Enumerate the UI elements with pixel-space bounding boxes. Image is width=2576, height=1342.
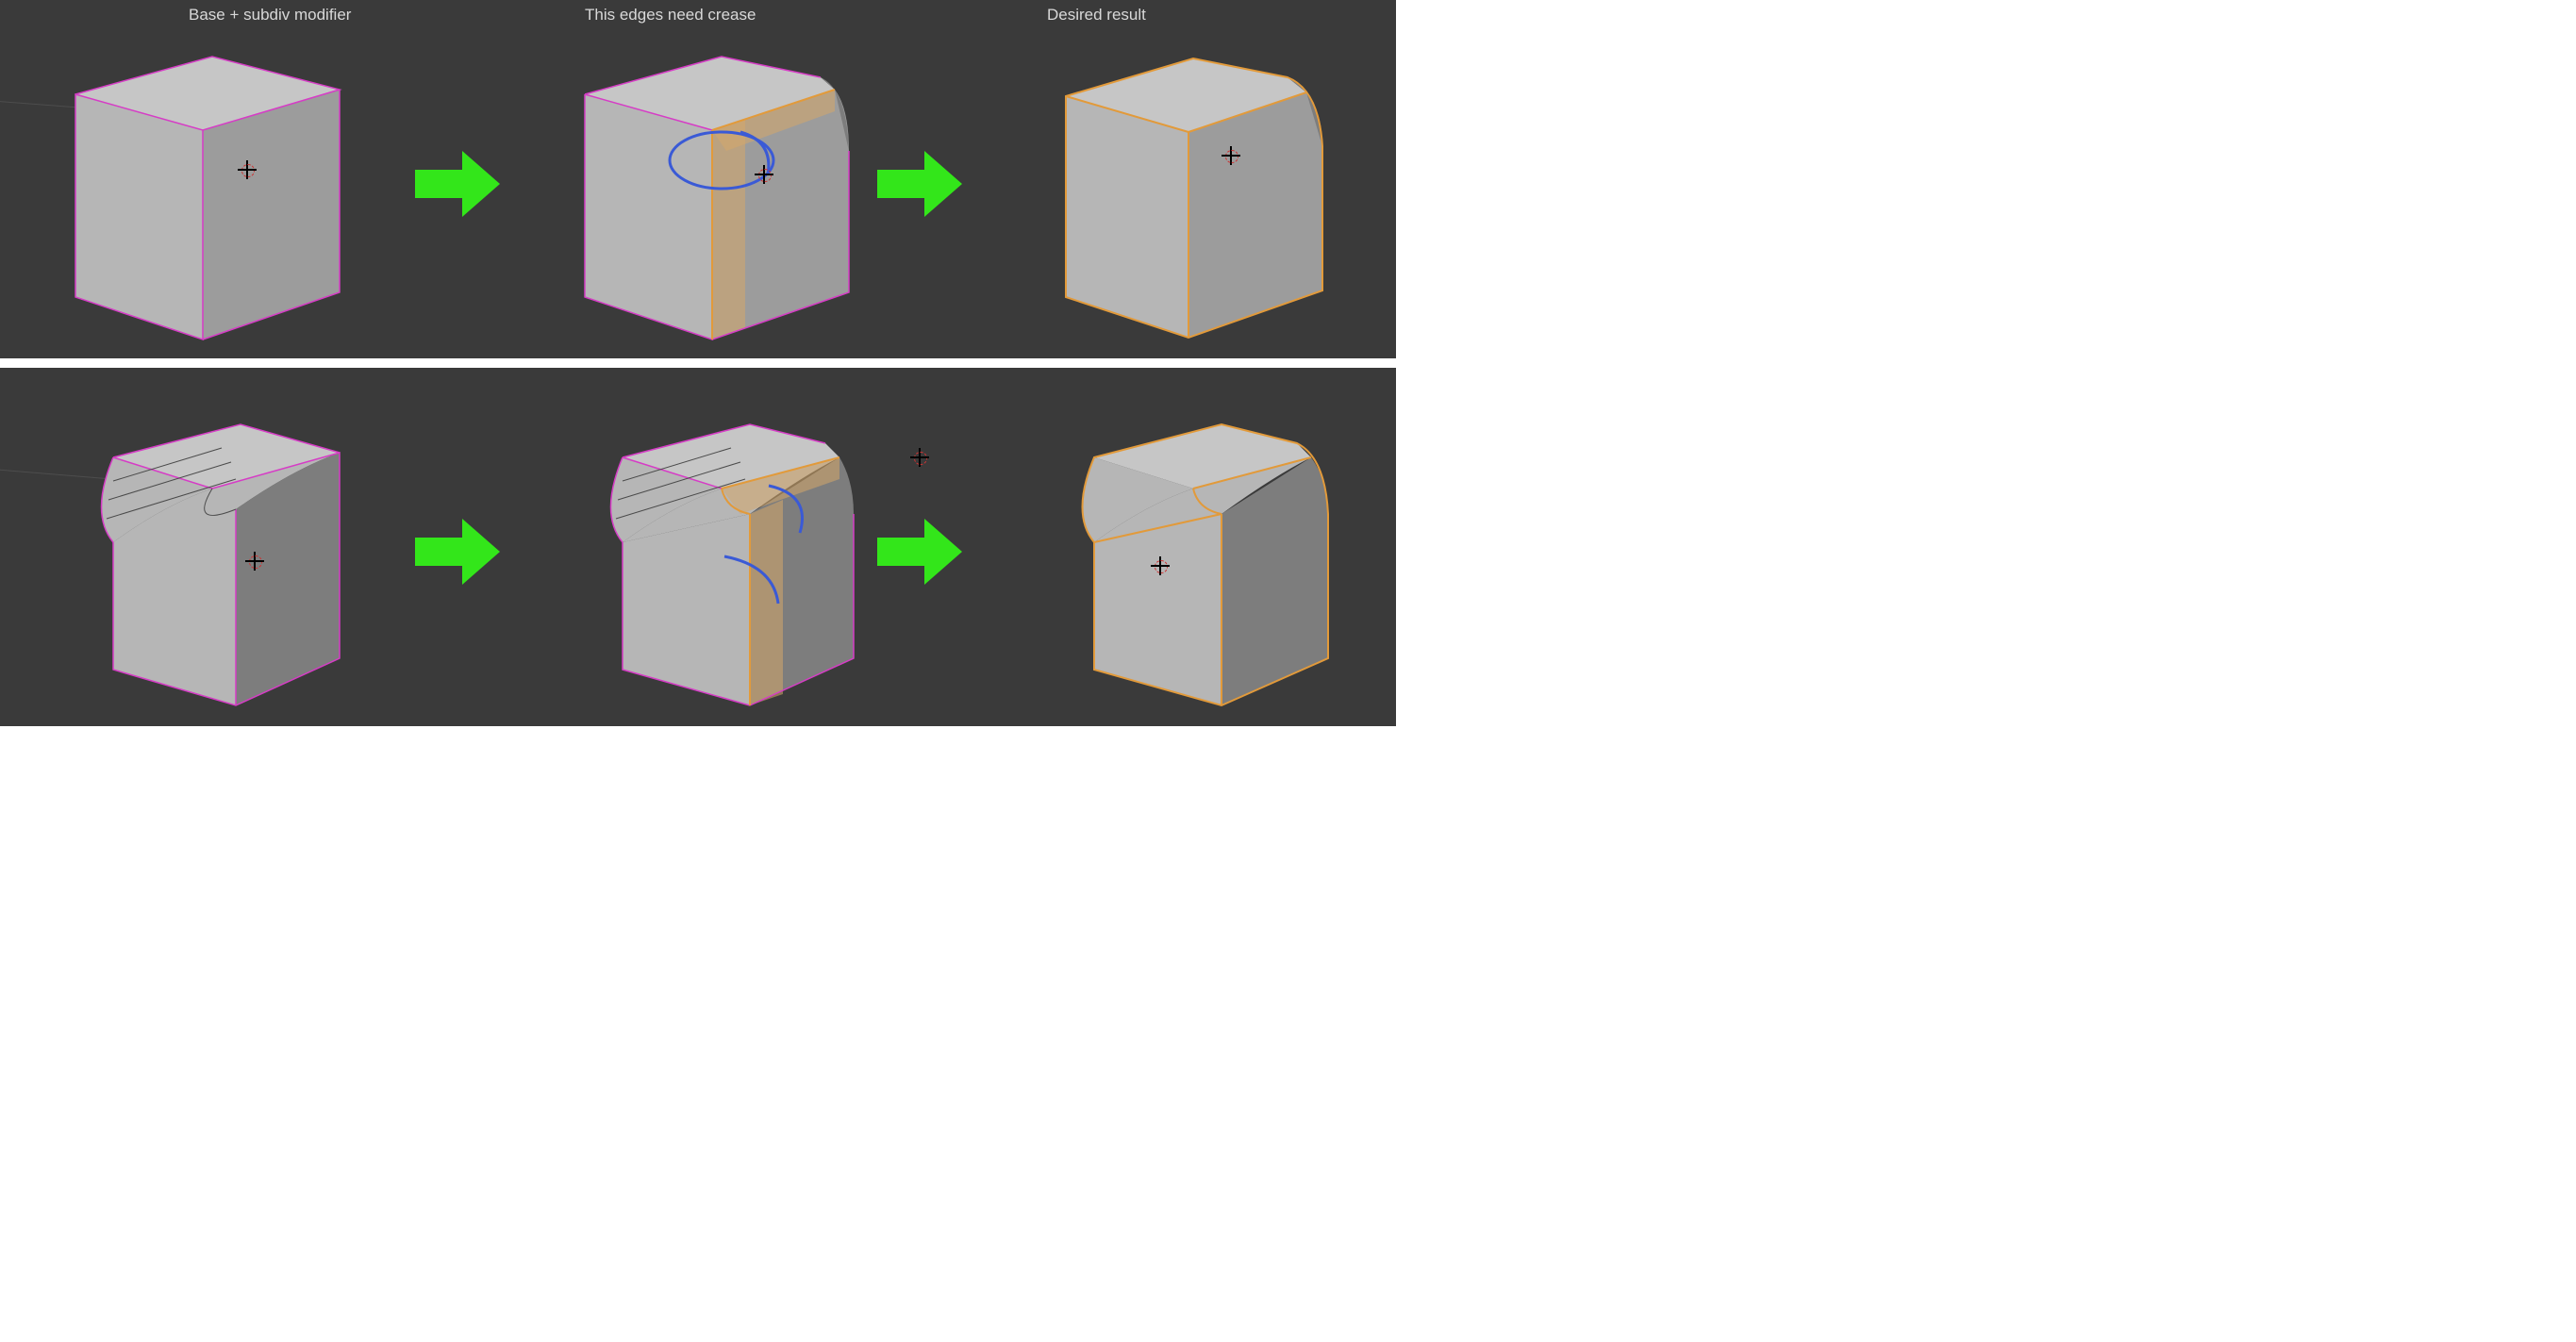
cube-bevel-base: [47, 406, 368, 717]
cell-2-crease-bevel: [509, 368, 915, 726]
cube-crease-highlight: [557, 38, 877, 349]
3d-cursor-icon: [755, 165, 773, 184]
cell-3-result-bevel: [981, 368, 1387, 726]
3d-cursor-icon: [245, 552, 264, 571]
3d-cursor-icon: [1151, 556, 1170, 575]
3d-cursor-icon: [910, 448, 929, 467]
cell-1-base-bevel: [0, 368, 406, 726]
arrow-right-icon: [415, 151, 500, 217]
cell-1-base: [0, 0, 406, 358]
cube-bevel-crease: [557, 406, 877, 717]
row-2: [0, 368, 1396, 726]
3d-cursor-icon: [238, 160, 257, 179]
diagram-root: Base + subdiv modifier This edges need c…: [0, 0, 1396, 726]
arrow-right-icon: [877, 151, 962, 217]
cell-3-result: [981, 0, 1387, 358]
cube-bevel-result: [1028, 406, 1349, 717]
arrow-right-icon: [877, 519, 962, 585]
arrow-right-icon: [415, 519, 500, 585]
cube-result: [1028, 38, 1349, 349]
cube-base: [47, 38, 368, 349]
row-1: Base + subdiv modifier This edges need c…: [0, 0, 1396, 358]
row-divider: [0, 358, 1396, 368]
3d-cursor-icon: [1222, 146, 1240, 165]
cell-2-crease: [509, 0, 915, 358]
